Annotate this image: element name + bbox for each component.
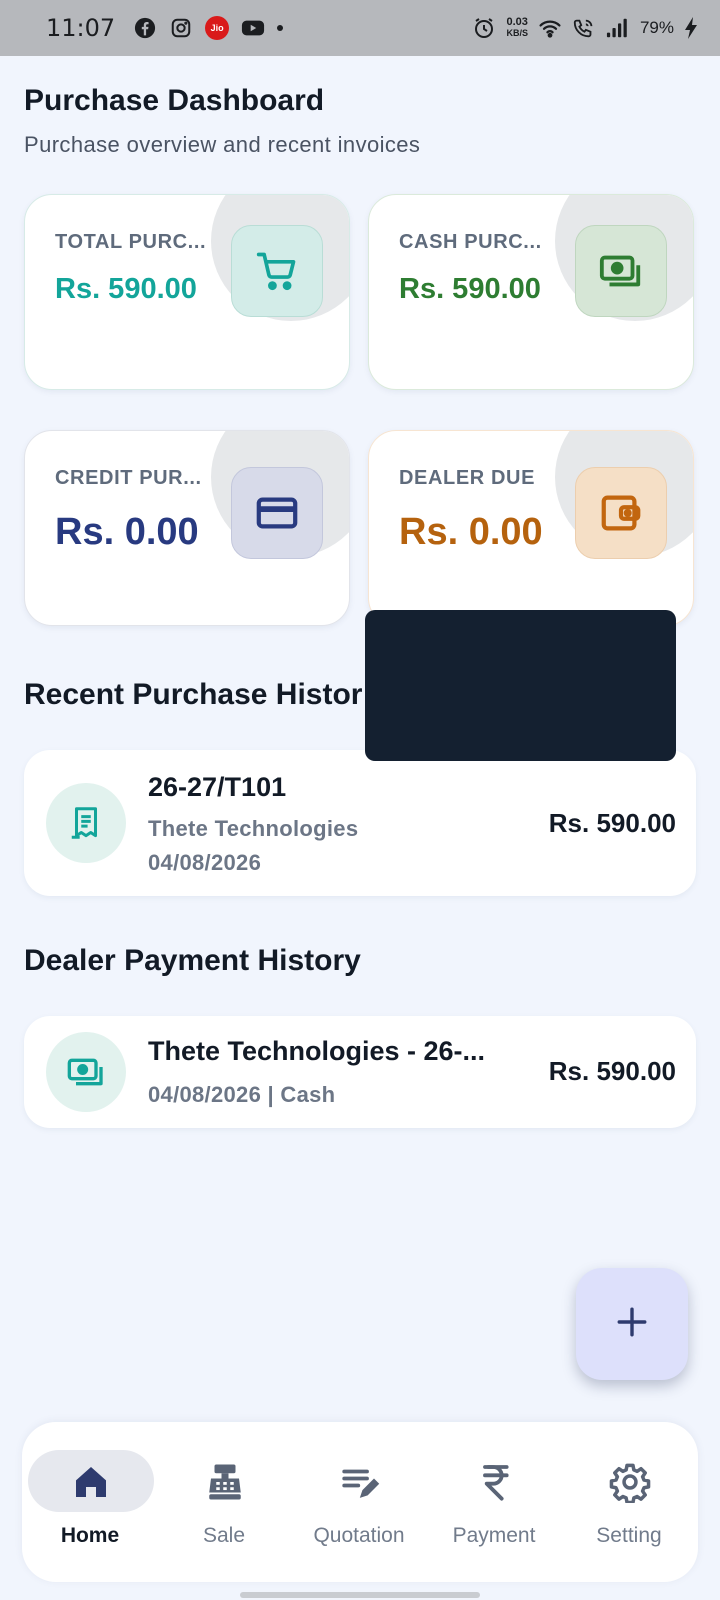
payment-title: Thete Technologies - 26-... (148, 1036, 486, 1066)
wallet-icon (575, 467, 667, 559)
status-time: 11:07 (46, 14, 116, 42)
stat-card-total-purchase[interactable]: TOTAL PURC... Rs. 590.00 (24, 194, 350, 390)
wifi-calling-icon (572, 16, 596, 40)
home-icon (69, 1460, 113, 1504)
stat-label: CASH PURC... (399, 231, 542, 253)
status-right-icons: 0.03 KB/S 79% (472, 16, 698, 40)
payment-history-item[interactable]: Thete Technologies - 26-... 04/08/2026 |… (24, 1016, 696, 1128)
stat-label: DEALER DUE (399, 467, 536, 489)
add-button[interactable] (576, 1268, 688, 1380)
redaction-overlay (365, 610, 676, 761)
nav-label: Setting (596, 1524, 662, 1547)
home-indicator[interactable] (240, 1592, 480, 1598)
invoice-amount: Rs. 590.00 (548, 808, 676, 838)
payment-meta: 04/08/2026 | Cash (148, 1082, 336, 1107)
dealer-payment-title: Dealer Payment History (24, 944, 361, 977)
alarm-icon (472, 16, 496, 40)
cash-register-icon (203, 1460, 247, 1504)
status-bar: 11:07 Jio 0.03 KB/S 79% (0, 0, 720, 56)
cart-icon (231, 225, 323, 317)
bottom-nav: Home Sale Quotation Payment Setting (22, 1422, 698, 1582)
charging-icon (684, 16, 698, 40)
dealer-name: Thete Technologies (148, 816, 359, 841)
nav-payment[interactable]: Payment (428, 1422, 560, 1582)
credit-card-icon (231, 467, 323, 559)
signal-icon (606, 16, 630, 40)
nav-label: Sale (202, 1524, 246, 1547)
jio-icon: Jio (205, 16, 230, 40)
nav-label: Payment (452, 1524, 536, 1547)
nav-quotation[interactable]: Quotation (293, 1422, 425, 1582)
nav-label: Home (60, 1524, 120, 1547)
stat-card-cash-purchase[interactable]: CASH PURC... Rs. 590.00 (368, 194, 694, 390)
page-title: Purchase Dashboard (24, 84, 325, 117)
facebook-icon (133, 16, 157, 40)
youtube-icon (241, 16, 265, 40)
page-subtitle: Purchase overview and recent invoices (24, 132, 421, 157)
recent-purchase-title: Recent Purchase Histor (24, 678, 363, 711)
stat-label: CREDIT PUR... (55, 467, 202, 489)
stat-card-credit-purchase[interactable]: CREDIT PUR... Rs. 0.00 (24, 430, 350, 626)
net-speed-unit: KB/S (506, 28, 528, 38)
stat-value: Rs. 590.00 (55, 273, 197, 305)
nav-label: Quotation (313, 1524, 405, 1547)
stat-card-dealer-due[interactable]: DEALER DUE Rs. 0.00 (368, 430, 694, 626)
cash-icon (575, 225, 667, 317)
purchase-history-item[interactable]: 26-27/T101 Thete Technologies 04/08/2026… (24, 750, 696, 896)
battery-level: 79% (639, 18, 674, 37)
payment-amount: Rs. 590.00 (548, 1056, 676, 1086)
nav-setting[interactable]: Setting (563, 1422, 695, 1582)
nav-sale[interactable]: Sale (158, 1422, 290, 1582)
invoice-date: 04/08/2026 (148, 850, 262, 875)
stat-label: TOTAL PURC... (55, 231, 207, 253)
plus-icon (615, 1305, 649, 1344)
receipt-icon (46, 783, 126, 863)
invoice-number: 26-27/T101 (148, 772, 287, 802)
notification-dot (277, 25, 284, 31)
stat-value: Rs. 0.00 (55, 511, 199, 553)
stat-value: Rs. 0.00 (399, 511, 543, 553)
rupee-icon (473, 1460, 517, 1504)
instagram-icon (169, 16, 193, 40)
stat-value: Rs. 590.00 (399, 273, 541, 305)
gear-icon (608, 1460, 652, 1504)
cash-icon (46, 1032, 126, 1112)
net-speed-value: 0.03 (506, 16, 528, 28)
net-speed: 0.03 KB/S (506, 17, 528, 39)
nav-home[interactable]: Home (24, 1422, 156, 1582)
wifi-icon (538, 16, 562, 40)
status-left-icons: Jio (133, 16, 284, 40)
edit-note-icon (338, 1460, 382, 1504)
